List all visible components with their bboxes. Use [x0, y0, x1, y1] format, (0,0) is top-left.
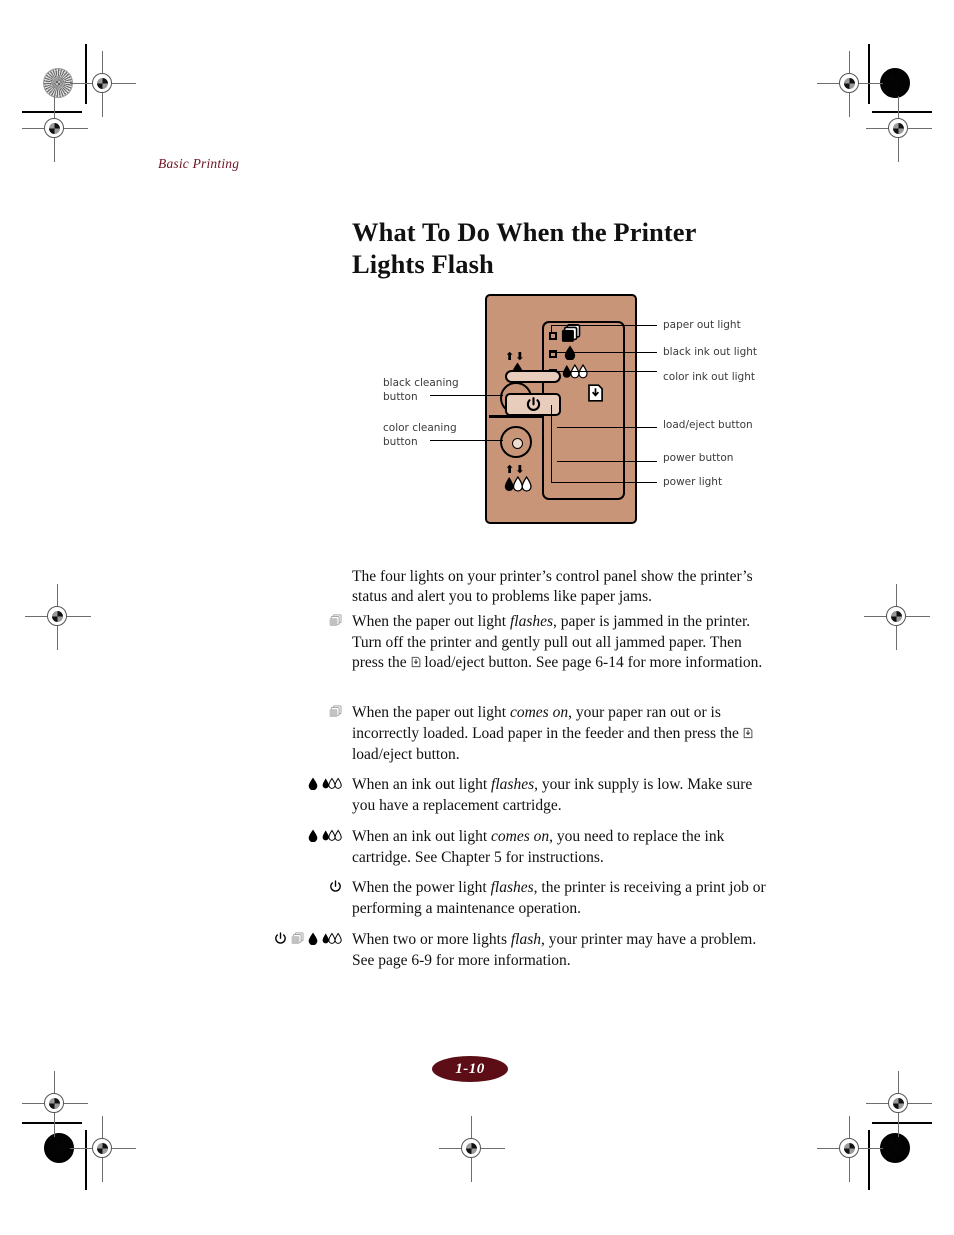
- paper-stack-icon: [291, 932, 304, 951]
- callout-black-ink-out-light: black ink out light: [663, 346, 758, 358]
- page-eject-icon: [411, 654, 421, 675]
- callout-load-eject-button: load/eject button: [663, 419, 753, 431]
- registration-mark-lower-left: [22, 1071, 88, 1137]
- color-ink-drops-icon: [322, 777, 342, 796]
- callout-paper-out-light: paper out light: [663, 319, 741, 331]
- bullet-icons-4: [232, 829, 342, 848]
- power-symbol-icon: [329, 880, 342, 899]
- registration-mark-lower-right: [866, 1071, 932, 1137]
- bullet-text-4: When an ink out light comes on, you need…: [352, 828, 725, 866]
- callout-black-cleaning-line2: button: [383, 391, 418, 403]
- document-page: Basic Printing What To Do When the Print…: [0, 0, 954, 1235]
- paper-stack-icon: [329, 705, 342, 724]
- power-symbol-icon: [274, 932, 287, 951]
- black-ink-drop-icon: [308, 932, 318, 951]
- printer-control-panel-figure: ⬆⬇ ⬆⬇ paper out light black ink out ligh…: [383, 294, 757, 524]
- up-down-arrows-icon-black: ⬆⬇: [505, 350, 526, 363]
- registration-mark-bottom-left: [70, 1116, 136, 1182]
- up-down-arrows-icon-color: ⬆⬇: [505, 463, 526, 476]
- bullet-text-2: When the paper out light comes on, your …: [352, 703, 772, 766]
- callout-color-ink-out-light: color ink out light: [663, 371, 755, 383]
- bullet-text-1: When the paper out light flashes, paper …: [352, 612, 772, 675]
- power-symbol-icon: [526, 397, 540, 411]
- registration-mark-top-right: [817, 51, 883, 117]
- bullet-text-5: When the power light flashes, the printe…: [352, 879, 766, 917]
- callout-color-cleaning-line2: button: [383, 436, 418, 448]
- crop-line-bottom-right-v: [868, 1130, 870, 1190]
- color-cleaning-button[interactable]: [500, 426, 532, 458]
- color-ink-drops-icon: [322, 829, 342, 848]
- bullet-icons-5: [232, 880, 342, 899]
- registration-mark-bottom-right: [817, 1116, 883, 1182]
- bullet-icons-2: [232, 705, 342, 724]
- color-ink-drops-icon-led: [562, 363, 588, 384]
- leader-color-ink-h: [551, 371, 657, 373]
- color-ink-drops-icon: [322, 932, 342, 951]
- callout-power-button: power button: [663, 452, 734, 464]
- halftone-circle-bottom-right: [880, 1133, 910, 1163]
- page-number-badge: 1-10: [432, 1056, 508, 1082]
- leader-power-button-h: [557, 461, 657, 463]
- callout-black-cleaning-line1: black cleaning: [383, 377, 459, 389]
- crop-line-bottom-right-h: [872, 1122, 932, 1124]
- bullet-text-3: When an ink out light flashes, your ink …: [352, 776, 753, 814]
- intro-paragraph: The four lights on your printer’s contro…: [352, 567, 753, 606]
- callout-color-cleaning-line1: color cleaning: [383, 422, 457, 434]
- page-title: What To Do When the Printer Lights Flash: [352, 216, 697, 279]
- callout-black-cleaning-button: black cleaning button: [383, 376, 459, 404]
- halftone-circle-top-right: [880, 68, 910, 98]
- registration-mark-upper-right: [866, 96, 932, 162]
- power-button[interactable]: [505, 393, 561, 416]
- page-eject-icon: [743, 725, 753, 746]
- paper-stack-icon: [329, 614, 342, 633]
- black-ink-drop-icon-led: [564, 345, 576, 365]
- registration-mark-bottom-center: [439, 1116, 505, 1182]
- bullet-text-6: When two or more lights flash, your prin…: [352, 931, 757, 969]
- control-panel-body: ⬆⬇ ⬆⬇: [485, 294, 637, 524]
- running-head: Basic Printing: [158, 156, 240, 171]
- bullet-icons-3: [232, 777, 342, 796]
- leader-paper-out-h: [551, 325, 657, 327]
- registration-mark-middle-right: [864, 584, 930, 650]
- callout-power-light: power light: [663, 476, 723, 488]
- black-ink-drop-icon: [308, 829, 318, 848]
- registration-mark-upper-left: [22, 96, 88, 162]
- registration-mark-top-left: [70, 51, 136, 117]
- page-number-label: 1-10: [455, 1060, 485, 1077]
- callout-color-cleaning-button: color cleaning button: [383, 421, 457, 449]
- leader-load-eject-h: [557, 427, 657, 429]
- page-eject-icon-panel: [587, 384, 604, 407]
- leader-power-light-v: [551, 405, 553, 483]
- bullet-icons-1: [232, 614, 342, 633]
- black-ink-drop-icon: [308, 777, 318, 796]
- color-ink-drops-icon-panel: [504, 475, 532, 497]
- leader-black-ink-h: [551, 352, 657, 354]
- crop-line-bottom-left-h: [22, 1122, 82, 1124]
- registration-mark-middle-left: [25, 584, 91, 650]
- halftone-circle-top-left: [43, 68, 73, 98]
- bullet-icons-6: [232, 932, 342, 951]
- crop-line-top-right-v: [868, 44, 870, 104]
- leader-power-light-h: [551, 482, 657, 484]
